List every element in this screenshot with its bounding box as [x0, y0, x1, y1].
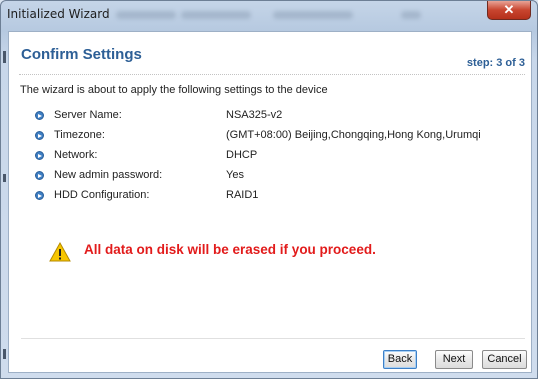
wizard-content: Confirm Settings step: 3 of 3 The wizard… — [8, 31, 532, 373]
next-button[interactable]: Next — [435, 350, 473, 369]
bullet-arrow-icon — [35, 171, 44, 180]
setting-value: DHCP — [226, 149, 258, 161]
edge-mark — [3, 349, 6, 359]
close-icon: ✕ — [503, 2, 515, 17]
setting-label: Timezone: — [54, 129, 105, 141]
window-edge — [1, 31, 8, 373]
setting-label: Server Name: — [54, 109, 122, 121]
footer-divider — [21, 338, 525, 339]
close-button[interactable]: ✕ — [487, 1, 531, 20]
setting-value: (GMT+08:00) Beijing,Chongqing,Hong Kong,… — [226, 129, 481, 141]
setting-value: RAID1 — [226, 189, 259, 201]
setting-label: New admin password: — [54, 169, 163, 181]
setting-label: Network: — [54, 149, 98, 161]
back-button[interactable]: Back — [383, 350, 417, 369]
title-blurred-text — [273, 11, 353, 19]
wizard-window: Initialized Wizard ✕ Confirm Settings st… — [0, 0, 538, 379]
bullet-arrow-icon — [35, 111, 44, 120]
title-blurred-text — [116, 11, 176, 19]
page-title: Confirm Settings — [21, 46, 142, 63]
setting-value: Yes — [226, 169, 244, 181]
bullet-arrow-icon — [35, 191, 44, 200]
bullet-arrow-icon — [35, 151, 44, 160]
setting-label: HDD Configuration: — [54, 189, 150, 201]
cancel-button[interactable]: Cancel — [482, 350, 527, 369]
header-divider — [19, 74, 525, 75]
bullet-arrow-icon — [35, 131, 44, 140]
warning-icon — [49, 242, 71, 262]
title-blurred-text — [401, 11, 421, 19]
edge-mark — [3, 51, 6, 63]
title-blurred-text — [181, 11, 251, 19]
title-bar[interactable]: Initialized Wizard ✕ — [1, 1, 537, 31]
edge-mark — [3, 174, 6, 182]
window-title: Initialized Wizard — [7, 7, 110, 21]
setting-value: NSA325-v2 — [226, 109, 283, 121]
warning-message: All data on disk will be erased if you p… — [84, 242, 376, 257]
intro-text: The wizard is about to apply the followi… — [20, 84, 328, 96]
step-indicator: step: 3 of 3 — [466, 57, 525, 69]
